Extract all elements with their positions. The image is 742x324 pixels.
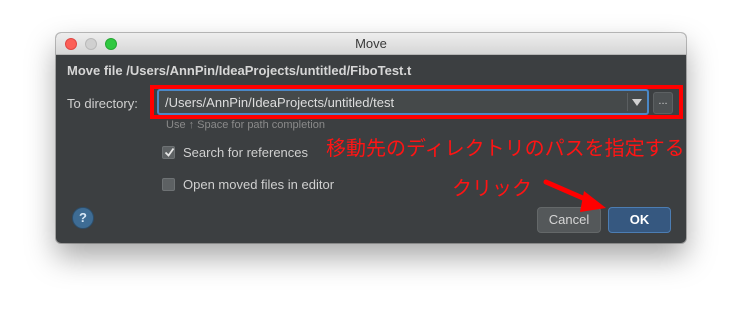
search-references-label: Search for references (183, 145, 309, 160)
window-title: Move (355, 36, 387, 51)
search-references-checkbox[interactable] (162, 146, 175, 159)
click-instruction-note: クリック (452, 178, 532, 200)
open-moved-files-checkbox[interactable] (162, 178, 175, 191)
help-button[interactable]: ? (72, 207, 94, 229)
dialog-heading: Move file /Users/AnnPin/IdeaProjects/unt… (67, 63, 412, 78)
pointer-arrow-icon (543, 179, 606, 212)
to-directory-label: To directory: (67, 96, 138, 111)
directory-highlight-box (150, 85, 683, 119)
title-bar: Move (56, 33, 686, 55)
directory-instruction-note: 移動先のディレクトリのパスを指定する (326, 138, 685, 160)
open-moved-files-label: Open moved files in editor (183, 177, 335, 192)
path-completion-hint: Use ↑ Space for path completion (166, 119, 325, 131)
